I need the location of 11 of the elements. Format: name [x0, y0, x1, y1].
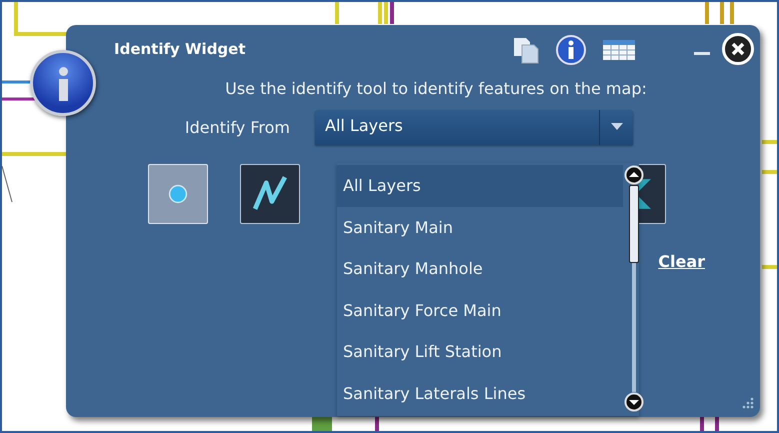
dropdown-option[interactable]: Sanitary Lift Station [337, 331, 623, 372]
instruction-text: Use the identify tool to identify features on the map: [224, 79, 648, 100]
layer-dropdown[interactable]: All Layers [315, 110, 633, 144]
field-label: Identify From [184, 118, 290, 136]
window-title: Identify Widget [114, 40, 246, 58]
dropdown-option[interactable]: Sanitary Main [337, 206, 623, 248]
clear-link[interactable]: Clear [658, 252, 705, 271]
dropdown-option[interactable]: Sanitary Laterals Lines [337, 372, 623, 414]
dropdown-option[interactable]: Sanitary Manhole [337, 248, 623, 290]
dropdown-option[interactable]: Sanitary Force Main [337, 290, 623, 331]
dropdown-option[interactable]: All Layers [337, 165, 623, 206]
